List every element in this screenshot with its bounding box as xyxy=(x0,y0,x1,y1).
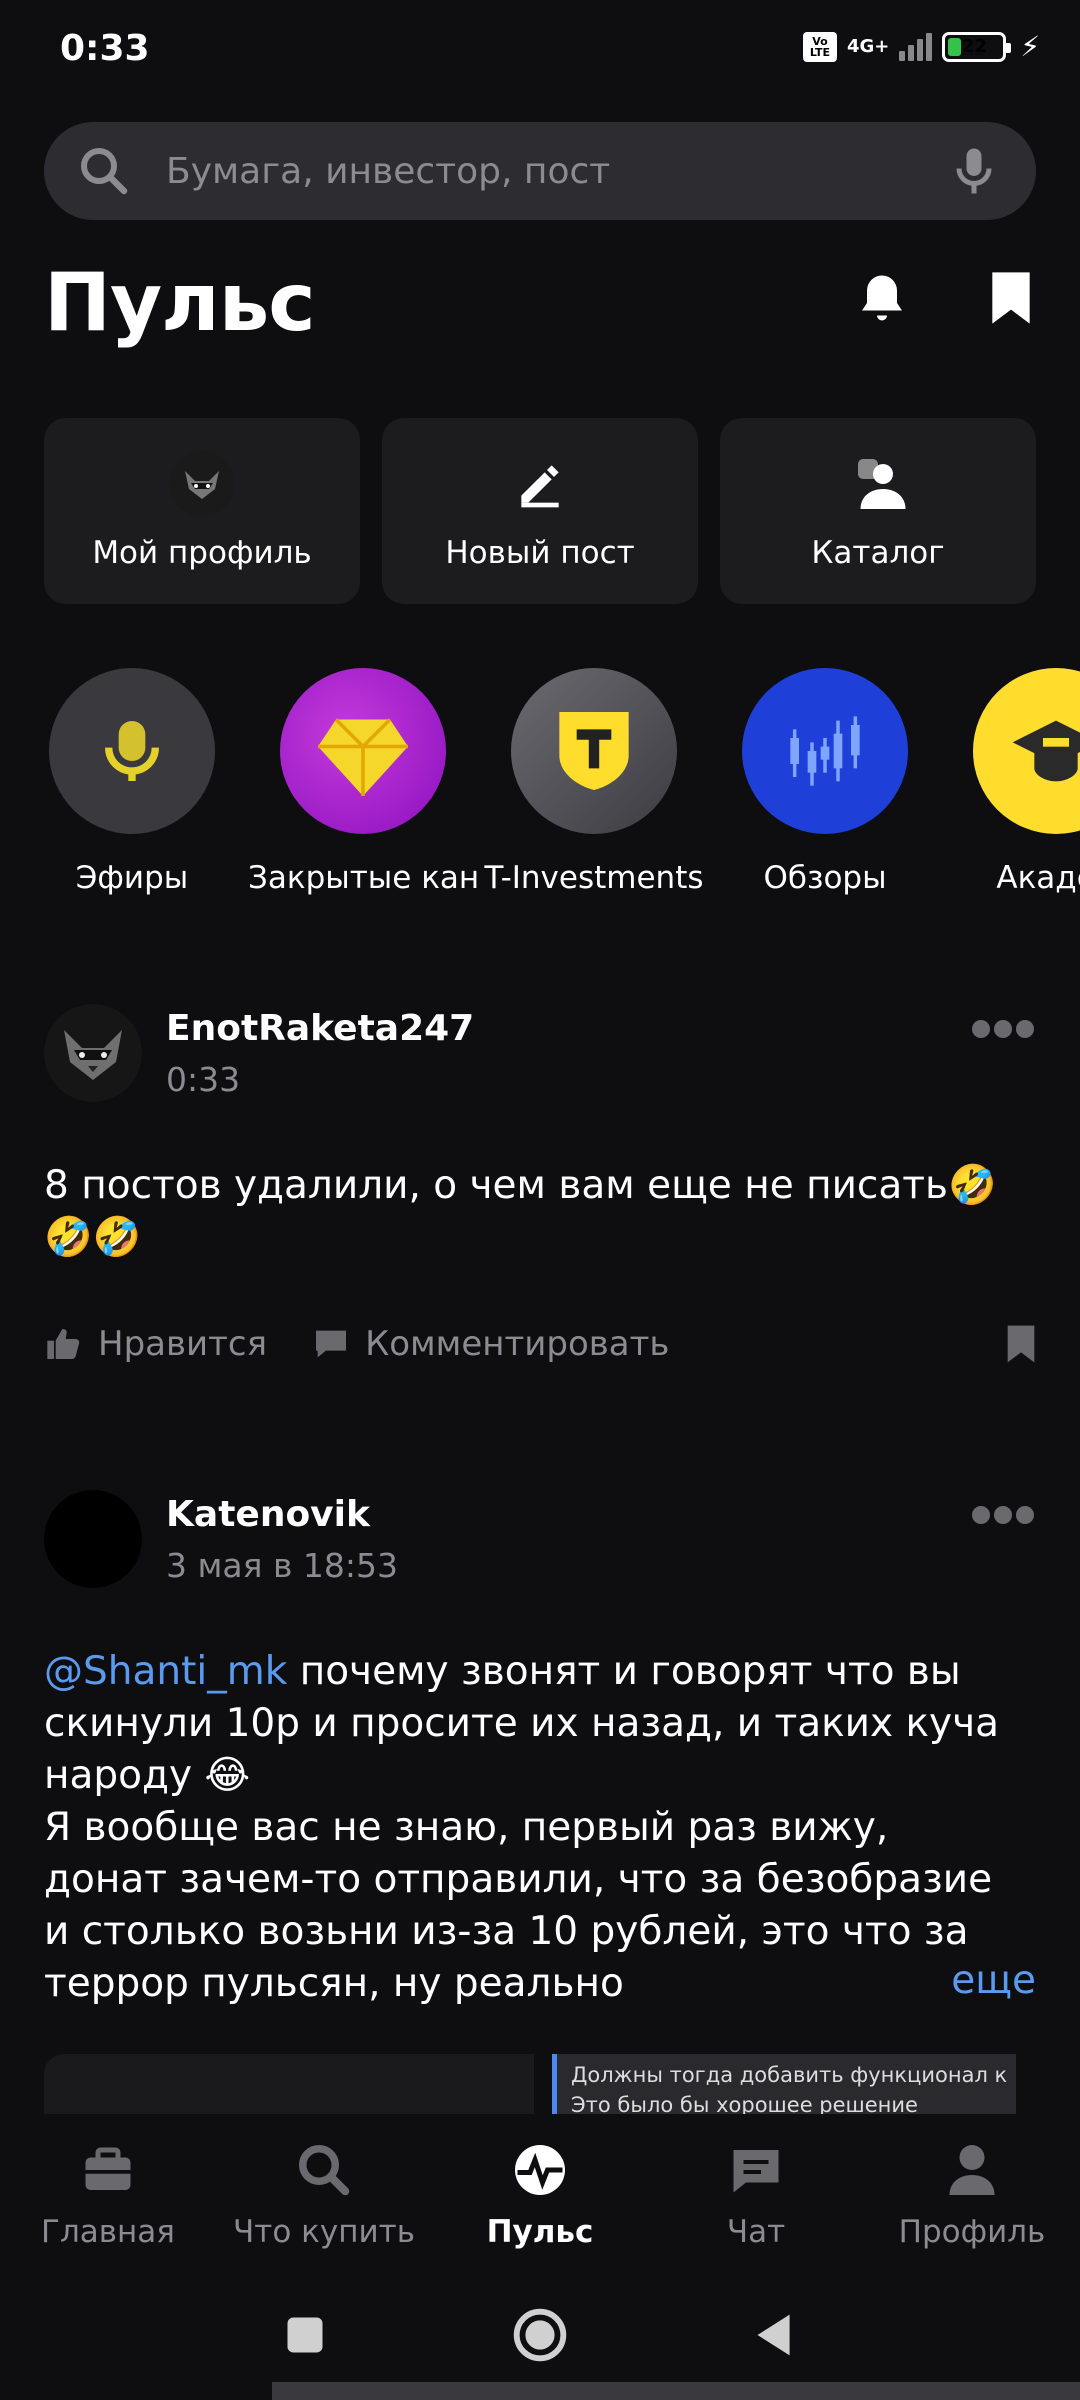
quote-line: Должны тогда добавить функционал к xyxy=(571,2063,1008,2087)
nav-pulse[interactable]: Пульс xyxy=(432,2116,648,2282)
post-text: 8 постов удалили, о чем вам еще не писат… xyxy=(44,1163,997,1260)
story-academy[interactable]: Акадел xyxy=(941,668,1080,896)
story-efiry[interactable]: Эфиры xyxy=(17,668,247,896)
nav-label: Главная xyxy=(41,2214,175,2250)
gem-icon xyxy=(280,668,446,834)
comment-label: Комментировать xyxy=(365,1324,670,1364)
bookmark-icon[interactable] xyxy=(1006,1324,1036,1364)
nav-label: Профиль xyxy=(898,2214,1046,2250)
bottom-navigation: Главная Что купить Пульс Чат Профиль xyxy=(0,2116,1080,2282)
nav-what-to-buy[interactable]: Что купить xyxy=(216,2116,432,2282)
story-reviews[interactable]: Обзоры xyxy=(710,668,940,896)
new-post-card[interactable]: Новый пост xyxy=(382,418,698,604)
mention-link[interactable]: @Shanti_mk xyxy=(44,1649,287,1694)
system-navigation xyxy=(0,2282,1080,2400)
post-date: 0:33 xyxy=(166,1060,241,1099)
status-time: 0:33 xyxy=(60,28,150,69)
catalog-card[interactable]: Каталог xyxy=(720,418,1036,604)
post-actions: Нравится Комментировать xyxy=(44,1314,1036,1374)
author-name[interactable]: Katenovik xyxy=(166,1494,370,1535)
more-options-icon[interactable] xyxy=(972,1020,1036,1044)
recents-button[interactable] xyxy=(270,2300,340,2370)
my-profile-card[interactable]: Мой профиль xyxy=(44,418,360,604)
read-more-link[interactable]: еще xyxy=(951,1958,1036,2003)
thumbs-up-icon xyxy=(47,1329,80,1359)
charging-icon: ⚡ xyxy=(1020,30,1040,63)
story-closed-channels[interactable]: Закрытые кан xyxy=(248,668,478,896)
attachment-quote: Должны тогда добавить функционал к Это б… xyxy=(552,2054,1016,2114)
pencil-icon xyxy=(507,451,573,517)
story-label: Обзоры xyxy=(763,860,887,896)
search-icon xyxy=(299,2145,350,2196)
home-button[interactable] xyxy=(505,2300,575,2370)
volte-icon: Vo LTE xyxy=(802,31,837,62)
like-button[interactable]: Нравится xyxy=(44,1324,267,1364)
t-shield-icon xyxy=(511,668,677,834)
nav-home[interactable]: Главная xyxy=(0,2116,216,2282)
briefcase-icon xyxy=(85,2147,131,2190)
nav-profile[interactable]: Профиль xyxy=(864,2116,1080,2282)
graduation-cap-icon xyxy=(973,668,1080,834)
quick-actions: Мой профиль Новый пост Каталог xyxy=(44,418,1036,604)
status-bar: 0:33 Vo LTE 4G+ 22 ⚡ xyxy=(0,0,1080,100)
network-type: 4G+ xyxy=(846,35,890,57)
post-date: 3 мая в 18:53 xyxy=(166,1546,398,1585)
comment-icon xyxy=(316,1330,347,1358)
story-label: Акадел xyxy=(996,860,1080,896)
microphone-story-icon xyxy=(49,668,215,834)
story-t-investments[interactable]: T-Investments xyxy=(479,668,709,896)
author-avatar[interactable] xyxy=(44,1490,142,1588)
catalog-label: Каталог xyxy=(811,535,945,571)
signal-icon xyxy=(899,32,933,61)
story-label: Закрытые кан xyxy=(248,860,478,896)
quote-line: Это было бы хорошее решение xyxy=(571,2093,918,2114)
like-label: Нравится xyxy=(98,1324,268,1364)
post-text-block: @Shanti_mk почему звонят и говорят что в… xyxy=(44,1646,1004,2010)
story-label: Эфиры xyxy=(75,860,189,896)
microphone-icon[interactable] xyxy=(944,141,1004,201)
avatar xyxy=(169,451,235,517)
stories-row: Эфиры Закрытые кан T-Investments Обзоры … xyxy=(0,668,1080,908)
post-attachment-preview[interactable]: Должны тогда добавить функционал к Это б… xyxy=(44,2054,1016,2114)
my-profile-label: Мой профиль xyxy=(92,535,312,571)
page-title: Пульс xyxy=(44,256,316,349)
search-input[interactable] xyxy=(134,141,944,201)
bell-icon[interactable] xyxy=(852,268,912,328)
my-profile-avatar-wrap xyxy=(169,451,235,517)
nav-label: Чат xyxy=(726,2214,786,2250)
profile-icon xyxy=(949,2145,995,2195)
more-options-icon[interactable] xyxy=(972,1506,1036,1530)
pulse-icon xyxy=(515,2145,565,2195)
nav-label: Что купить xyxy=(233,2214,415,2250)
back-button[interactable] xyxy=(740,2300,810,2370)
status-icons: Vo LTE 4G+ 22 ⚡ xyxy=(802,30,1040,63)
candles-icon xyxy=(742,668,908,834)
battery-level: 22 xyxy=(961,35,987,57)
battery-icon: 22 xyxy=(942,31,1012,62)
nav-label: Пульс xyxy=(486,2214,594,2250)
post-text: почему звонят и говорят что вы скинули 1… xyxy=(44,1649,1000,2006)
attachment-image xyxy=(44,2054,534,2114)
bookmark-icon[interactable] xyxy=(990,270,1032,326)
search-bar[interactable] xyxy=(44,122,1036,220)
author-name[interactable]: EnotRaketa247 xyxy=(166,1008,474,1049)
story-label: T-Investments xyxy=(484,860,704,896)
nav-chat[interactable]: Чат xyxy=(648,2116,864,2282)
gesture-bar xyxy=(272,2382,1080,2400)
new-post-label: Новый пост xyxy=(445,535,635,571)
chat-icon xyxy=(733,2150,779,2193)
comment-button[interactable]: Комментировать xyxy=(311,1324,669,1364)
people-icon xyxy=(845,451,911,517)
search-icon xyxy=(81,148,128,195)
author-avatar[interactable] xyxy=(44,1004,142,1102)
